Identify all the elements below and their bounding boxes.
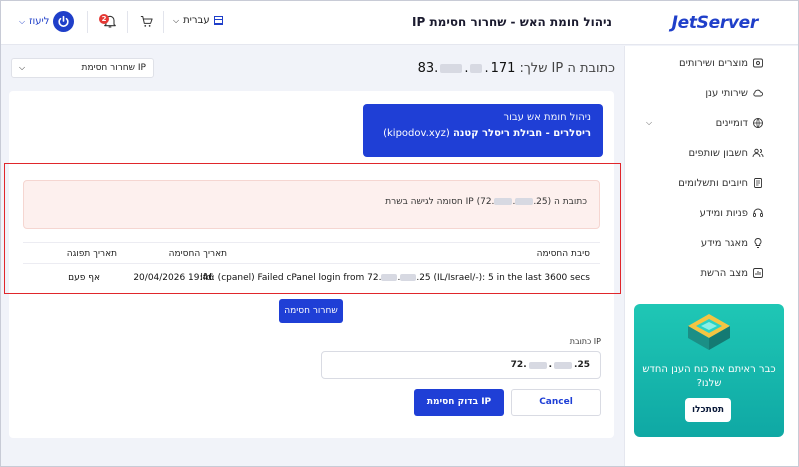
logo[interactable]: JetServer bbox=[672, 13, 759, 33]
user-name: ליעוז bbox=[29, 16, 50, 27]
cancel-button[interactable]: Cancel bbox=[511, 389, 601, 416]
notifications-button[interactable]: 2 bbox=[99, 13, 117, 31]
globe-icon bbox=[753, 118, 763, 128]
promo-text: כבר ראיתם את כוח הענן החדש שלנו? bbox=[642, 364, 776, 389]
sidebar-item-network-status[interactable]: מצב הרשת bbox=[624, 258, 798, 288]
current-ip: כתובת ה IP שלך: 83. . . 171 bbox=[418, 61, 615, 76]
divider bbox=[163, 11, 164, 33]
user-menu[interactable]: ⌵ ליעוז bbox=[19, 11, 75, 32]
israel-flag-icon bbox=[213, 16, 223, 25]
chevron-down-icon: ⌵ bbox=[646, 118, 653, 127]
notification-badge: 2 bbox=[99, 14, 109, 24]
chip-icon bbox=[688, 314, 730, 350]
divider bbox=[87, 11, 88, 33]
sidebar-item-domains[interactable]: ⌵ דומיינים bbox=[624, 108, 798, 138]
chevron-down-icon: ⌵ bbox=[173, 15, 180, 25]
lightbulb-icon bbox=[754, 238, 762, 248]
sidebar-item-knowledgebase[interactable]: מאגר מידע bbox=[624, 228, 798, 258]
cart-button[interactable] bbox=[139, 14, 154, 32]
ip-input[interactable]: 72. . .25 bbox=[321, 351, 601, 379]
firewall-info-title: ניהול חומת אש עבור bbox=[503, 112, 591, 123]
action-select[interactable]: ⌵ שחרור חסימת IP bbox=[11, 58, 154, 78]
select-value: שחרור חסימת IP bbox=[81, 63, 146, 73]
highlight-box bbox=[4, 163, 621, 294]
sidebar-item-label: חיובים ותשלומים bbox=[678, 177, 748, 189]
sidebar-item-label: דומיינים bbox=[715, 117, 748, 129]
promo-button[interactable]: תסתכלו bbox=[685, 398, 731, 422]
release-block-button[interactable]: שחרור חסימה bbox=[279, 299, 343, 323]
chevron-down-icon: ⌵ bbox=[19, 63, 26, 72]
firewall-info-box: ניהול חומת אש עבור ריסלרים - חבילת ריסלר… bbox=[363, 104, 603, 157]
users-icon bbox=[752, 148, 764, 158]
promo-card: כבר ראיתם את כוח הענן החדש שלנו? תסתכלו bbox=[634, 304, 784, 437]
language-selector[interactable]: ⌵ עברית bbox=[173, 15, 223, 26]
sidebar-item-cloud[interactable]: שירותי ענן bbox=[624, 78, 798, 108]
ip-field-label: כתובת IP bbox=[569, 337, 601, 346]
sidebar-item-support[interactable]: פניות ומידע bbox=[624, 198, 798, 228]
chart-icon bbox=[753, 268, 763, 278]
power-icon bbox=[53, 11, 75, 32]
current-ip-value: 83. . . 171 bbox=[417, 61, 516, 76]
check-block-button[interactable]: בדוק חסימת IP bbox=[414, 389, 504, 416]
box-icon bbox=[753, 58, 763, 68]
chevron-down-icon: ⌵ bbox=[19, 16, 26, 26]
cart-icon bbox=[140, 16, 153, 27]
sidebar-item-products[interactable]: מוצרים ושירותים bbox=[624, 48, 798, 78]
cloud-icon bbox=[753, 89, 763, 97]
sidebar-item-label: מאגר מידע bbox=[700, 237, 748, 249]
divider bbox=[127, 11, 128, 33]
sidebar-item-billing[interactable]: חיובים ותשלומים bbox=[624, 168, 798, 198]
headset-icon bbox=[753, 208, 763, 217]
current-ip-label: כתובת ה IP שלך: bbox=[519, 61, 615, 76]
sidebar: מוצרים ושירותים שירותי ענן ⌵ דומיינים חש… bbox=[624, 46, 798, 466]
sidebar-item-label: חשבון שותפים bbox=[688, 147, 748, 159]
sidebar-item-label: מוצרים ושירותים bbox=[678, 57, 748, 69]
invoice-icon bbox=[754, 178, 762, 188]
sidebar-item-label: פניות ומידע bbox=[699, 207, 748, 219]
language-label: עברית bbox=[183, 15, 210, 26]
page-title: ניהול חומת האש - שחרור חסימת IP bbox=[412, 15, 612, 29]
firewall-info-package: ריסלרים - חבילת ריסלר קטנה (kipodov.xyz) bbox=[383, 128, 591, 139]
sidebar-item-label: מצב הרשת bbox=[700, 267, 748, 279]
sidebar-item-label: שירותי ענן bbox=[705, 87, 748, 99]
sidebar-item-affiliates[interactable]: חשבון שותפים bbox=[624, 138, 798, 168]
top-bar: ⌵ ליעוז 2 ⌵ עברית ניהול חומת האש - שחרור… bbox=[1, 1, 798, 45]
